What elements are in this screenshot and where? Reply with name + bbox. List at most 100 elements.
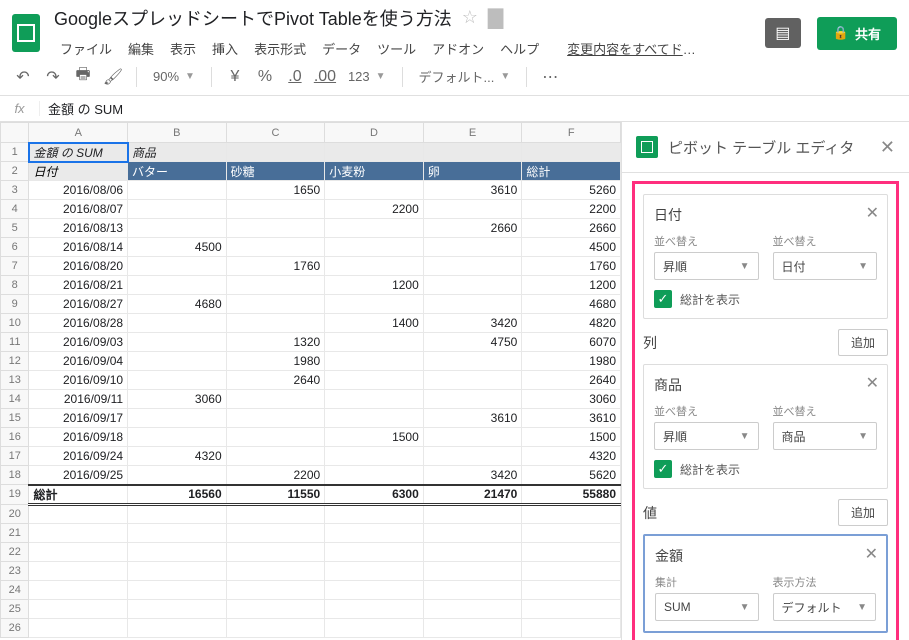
cell[interactable]: 3610 <box>522 409 621 428</box>
cell[interactable]: 2200 <box>325 200 424 219</box>
cell[interactable] <box>423 504 522 523</box>
cell[interactable] <box>128 371 227 390</box>
cell[interactable]: 2016/09/03 <box>29 333 128 352</box>
cell[interactable]: 総計 <box>29 485 128 505</box>
cell[interactable]: 2016/08/07 <box>29 200 128 219</box>
row-header[interactable]: 25 <box>1 599 29 618</box>
row-header[interactable]: 8 <box>1 276 29 295</box>
cell[interactable]: 3610 <box>423 181 522 200</box>
menu-format[interactable]: 表示形式 <box>248 35 312 62</box>
cell[interactable]: バター <box>128 162 227 181</box>
cell[interactable]: 5620 <box>522 466 621 485</box>
col-sort-select[interactable]: 昇順▼ <box>654 422 759 450</box>
cell[interactable] <box>226 143 325 162</box>
cell[interactable] <box>128 257 227 276</box>
cell[interactable]: 2200 <box>226 466 325 485</box>
row-header[interactable]: 15 <box>1 409 29 428</box>
cell[interactable]: 2016/08/20 <box>29 257 128 276</box>
col-show-totals-checkbox[interactable]: ✓ <box>654 460 672 478</box>
cell[interactable]: 4500 <box>128 238 227 257</box>
cell[interactable] <box>29 580 128 599</box>
row-header[interactable]: 3 <box>1 181 29 200</box>
cell[interactable]: 2016/08/27 <box>29 295 128 314</box>
cell[interactable] <box>226 295 325 314</box>
cell[interactable]: 55880 <box>522 485 621 505</box>
cell[interactable] <box>522 504 621 523</box>
cell[interactable] <box>325 523 424 542</box>
cell[interactable] <box>423 200 522 219</box>
cell[interactable] <box>522 542 621 561</box>
cell[interactable]: 4680 <box>128 295 227 314</box>
cell[interactable] <box>423 447 522 466</box>
cell[interactable]: 1760 <box>226 257 325 276</box>
cell[interactable] <box>423 371 522 390</box>
value-field-remove-icon[interactable]: ✕ <box>865 544 878 564</box>
cell[interactable]: 1760 <box>522 257 621 276</box>
cell[interactable] <box>128 618 227 637</box>
cell[interactable]: 総計 <box>522 162 621 181</box>
cell[interactable]: 2016/08/06 <box>29 181 128 200</box>
cell[interactable]: 1500 <box>522 428 621 447</box>
cell[interactable]: 3420 <box>423 314 522 333</box>
row-header[interactable]: 13 <box>1 371 29 390</box>
row-field-remove-icon[interactable]: ✕ <box>866 203 879 223</box>
share-button[interactable]: 🔒 共有 <box>817 17 897 50</box>
row-header[interactable]: 1 <box>1 143 29 162</box>
cell[interactable] <box>423 390 522 409</box>
cell[interactable] <box>325 580 424 599</box>
cell[interactable] <box>128 276 227 295</box>
cell[interactable]: 2016/08/14 <box>29 238 128 257</box>
more-toolbar-icon[interactable]: ⋯ <box>537 64 563 90</box>
cell[interactable] <box>325 181 424 200</box>
changes-link[interactable]: 変更内容をすべてドラ... <box>561 35 711 62</box>
cell[interactable]: 6070 <box>522 333 621 352</box>
cell[interactable] <box>522 523 621 542</box>
zoom-select[interactable]: 90%▼ <box>147 69 201 84</box>
cell[interactable]: 1400 <box>325 314 424 333</box>
paint-format-icon[interactable]: 🖌 <box>100 64 126 90</box>
cell[interactable]: 4320 <box>522 447 621 466</box>
cell[interactable]: 2016/09/24 <box>29 447 128 466</box>
cell[interactable] <box>423 352 522 371</box>
cell[interactable]: 卵 <box>423 162 522 181</box>
cell[interactable]: 1500 <box>325 428 424 447</box>
cell[interactable] <box>226 561 325 580</box>
font-select[interactable]: デフォルト...▼ <box>413 67 517 86</box>
cell[interactable] <box>423 599 522 618</box>
column-add-button[interactable]: 追加 <box>838 329 888 356</box>
cell[interactable]: 16560 <box>128 485 227 505</box>
cell[interactable]: 11550 <box>226 485 325 505</box>
cell[interactable]: 1320 <box>226 333 325 352</box>
cell[interactable]: 日付 <box>29 162 128 181</box>
cell[interactable]: 小麦粉 <box>325 162 424 181</box>
cell[interactable]: 2016/08/21 <box>29 276 128 295</box>
val-display-select[interactable]: デフォルト▼ <box>773 593 877 621</box>
cell[interactable]: 2640 <box>226 371 325 390</box>
cell[interactable]: 4320 <box>128 447 227 466</box>
cell[interactable] <box>423 276 522 295</box>
cell[interactable]: 3060 <box>522 390 621 409</box>
cell[interactable] <box>325 409 424 428</box>
cell[interactable] <box>325 390 424 409</box>
cell[interactable]: 4680 <box>522 295 621 314</box>
cell[interactable]: 2016/09/25 <box>29 466 128 485</box>
cell[interactable]: 商品 <box>128 143 227 162</box>
cell[interactable] <box>128 542 227 561</box>
cell[interactable]: 2640 <box>522 371 621 390</box>
cell[interactable]: 2016/09/10 <box>29 371 128 390</box>
cell[interactable]: 2016/09/18 <box>29 428 128 447</box>
menu-help[interactable]: ヘルプ <box>494 35 545 62</box>
doc-title[interactable]: GoogleスプレッドシートでPivot Tableを使う方法 <box>54 5 452 31</box>
cell[interactable] <box>128 409 227 428</box>
cell[interactable] <box>29 523 128 542</box>
cell[interactable]: 2016/09/04 <box>29 352 128 371</box>
spreadsheet-grid[interactable]: ABCDEF1 金額 の SUM 商品 2 日付バター砂糖小麦粉卵総計3 201… <box>0 122 621 640</box>
cell[interactable] <box>226 447 325 466</box>
cell[interactable] <box>325 599 424 618</box>
cell[interactable]: 3420 <box>423 466 522 485</box>
cell[interactable] <box>325 238 424 257</box>
cell[interactable]: 2660 <box>423 219 522 238</box>
cell[interactable] <box>423 542 522 561</box>
row-header[interactable]: 10 <box>1 314 29 333</box>
row-header[interactable]: 16 <box>1 428 29 447</box>
